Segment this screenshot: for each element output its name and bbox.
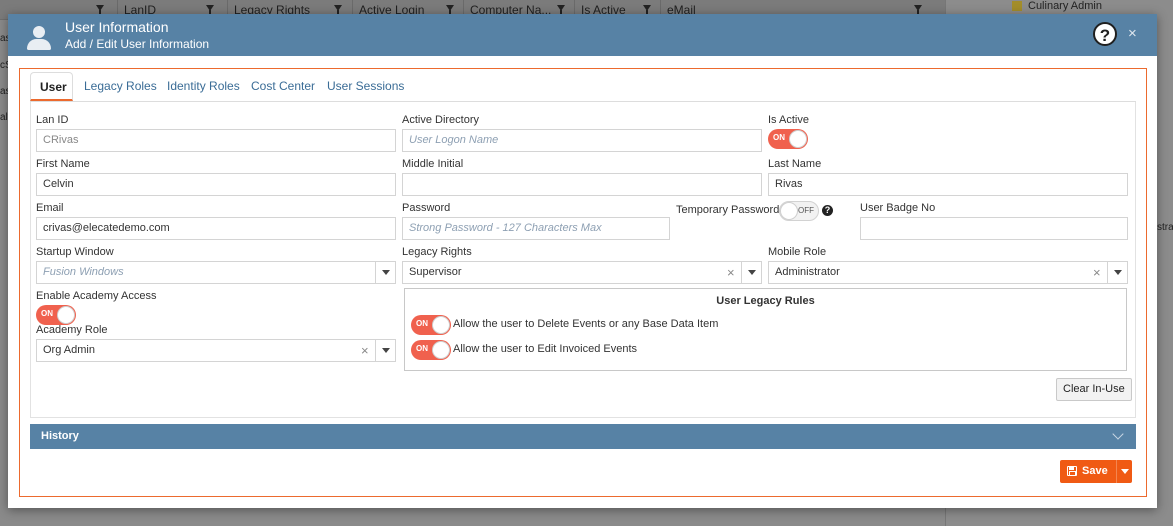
history-section-header[interactable]: History: [30, 424, 1136, 449]
clear-icon[interactable]: ×: [727, 262, 735, 283]
mobile-role-label: Mobile Role: [768, 246, 827, 258]
is-active-label: Is Active: [768, 114, 809, 126]
toggle-state-label: ON: [773, 133, 785, 142]
tab-legacy-roles[interactable]: Legacy Roles: [75, 72, 166, 101]
filter-icon: [643, 5, 651, 15]
middle-initial-input[interactable]: [402, 173, 762, 196]
academy-role-value: Org Admin: [43, 344, 95, 356]
close-icon[interactable]: ×: [1128, 26, 1137, 42]
clear-icon[interactable]: ×: [1093, 262, 1101, 283]
filter-icon: [446, 5, 454, 15]
email-label: Email: [36, 202, 64, 214]
lan-id-field: CRivas: [36, 129, 396, 152]
first-name-label: First Name: [36, 158, 90, 170]
startup-window-placeholder: Fusion Windows: [43, 266, 124, 278]
dialog-body: User Legacy Roles Identity Roles Cost Ce…: [19, 68, 1147, 497]
dropdown-arrow-icon[interactable]: [375, 262, 395, 283]
enable-academy-access-toggle[interactable]: ON: [36, 305, 76, 325]
filter-icon: [557, 5, 565, 15]
last-name-input[interactable]: Rivas: [768, 173, 1128, 196]
first-name-input[interactable]: Celvin: [36, 173, 396, 196]
floppy-disk-icon: [1067, 466, 1077, 476]
startup-window-label: Startup Window: [36, 246, 114, 258]
dropdown-arrow-icon[interactable]: [1107, 262, 1127, 283]
filter-icon: [96, 5, 104, 15]
legacy-rights-select[interactable]: Supervisor ×: [402, 261, 762, 284]
edit-invoiced-events-rule-label: Allow the user to Edit Invoiced Events: [453, 343, 638, 355]
is-active-toggle[interactable]: ON: [768, 129, 808, 149]
password-label: Password: [402, 202, 451, 214]
user-information-dialog: User Information Add / Edit User Informa…: [8, 14, 1157, 508]
temporary-password-label: Temporary Password: [676, 204, 780, 216]
save-options-dropdown[interactable]: [1116, 460, 1132, 483]
email-input[interactable]: crivas@elecatedemo.com: [36, 217, 396, 240]
help-icon[interactable]: ?: [1093, 22, 1117, 46]
startup-window-select[interactable]: Fusion Windows: [36, 261, 396, 284]
academy-role-select[interactable]: Org Admin ×: [36, 339, 396, 362]
legacy-rights-value: Supervisor: [409, 266, 462, 278]
toggle-state-label: ON: [416, 319, 428, 328]
active-directory-label: Active Directory: [402, 114, 480, 126]
last-name-label: Last Name: [768, 158, 822, 170]
toggle-state-label: ON: [41, 309, 53, 318]
middle-initial-label: Middle Initial: [402, 158, 464, 170]
user-legacy-rules-box: User Legacy Rules ON Allow the user to D…: [404, 288, 1127, 371]
background-row-fragment: stra: [1157, 222, 1173, 233]
tab-user[interactable]: User: [30, 72, 73, 101]
user-badge-no-input[interactable]: [860, 217, 1128, 240]
dropdown-arrow-icon[interactable]: [741, 262, 761, 283]
tab-identity-roles[interactable]: Identity Roles: [158, 72, 249, 101]
question-icon[interactable]: ?: [822, 205, 833, 216]
chevron-down-icon[interactable]: [1112, 428, 1124, 440]
enable-academy-access-label: Enable Academy Access: [36, 290, 157, 302]
save-split-button: Save: [1060, 460, 1132, 483]
user-badge-no-label: User Badge No: [860, 202, 936, 214]
clear-icon[interactable]: ×: [361, 340, 369, 361]
delete-events-rule-label: Allow the user to Delete Events or any B…: [453, 318, 719, 330]
delete-events-toggle[interactable]: ON: [411, 315, 451, 335]
clear-in-use-button[interactable]: Clear In-Use: [1056, 378, 1132, 401]
user-legacy-rules-title: User Legacy Rules: [716, 295, 815, 307]
legacy-rights-label: Legacy Rights: [402, 246, 472, 258]
edit-invoiced-events-toggle[interactable]: ON: [411, 340, 451, 360]
filter-icon: [914, 5, 922, 15]
toggle-state-label: ON: [416, 344, 428, 353]
history-title: History: [41, 430, 79, 442]
active-directory-input[interactable]: User Logon Name: [402, 129, 762, 152]
dropdown-arrow-icon[interactable]: [375, 340, 395, 361]
tab-user-sessions[interactable]: User Sessions: [318, 72, 413, 101]
background-panel-item: Culinary Admin: [1028, 0, 1102, 12]
academy-role-label: Academy Role: [36, 324, 108, 336]
color-swatch-icon: [1012, 1, 1022, 11]
user-tab-panel: Lan ID CRivas Active Directory User Logo…: [30, 102, 1136, 418]
password-input[interactable]: Strong Password - 127 Characters Max: [402, 217, 670, 240]
dialog-title: User Information: [65, 19, 169, 35]
temporary-password-toggle[interactable]: OFF: [779, 201, 819, 221]
mobile-role-select[interactable]: Administrator ×: [768, 261, 1128, 284]
filter-icon: [334, 5, 342, 15]
filter-icon: [206, 5, 214, 15]
save-button-label: Save: [1082, 465, 1108, 477]
tab-cost-center[interactable]: Cost Center: [242, 72, 324, 101]
dialog-subtitle: Add / Edit User Information: [65, 37, 210, 51]
save-button[interactable]: Save: [1060, 460, 1116, 483]
user-avatar-icon: [26, 26, 52, 50]
dialog-header: User Information Add / Edit User Informa…: [8, 14, 1157, 56]
mobile-role-value: Administrator: [775, 266, 840, 278]
toggle-state-label: OFF: [798, 206, 814, 215]
lan-id-label: Lan ID: [36, 114, 69, 126]
